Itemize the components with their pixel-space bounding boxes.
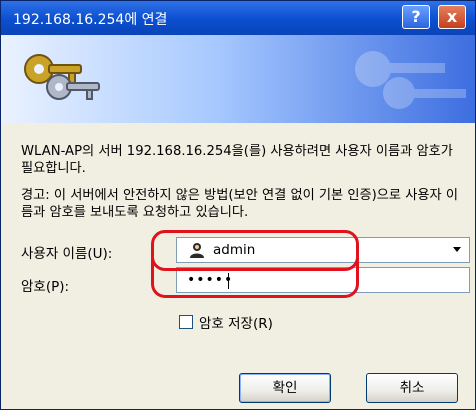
warning-message: 경고: 이 서버에서 안전하지 않은 방법(보안 연결 없이 기본 인증)으로 … — [21, 188, 458, 220]
username-combobox[interactable]: admin — [176, 237, 470, 263]
banner — [1, 35, 475, 123]
title-bar: 192.168.16.254에 연결 ? x — [1, 1, 475, 35]
chevron-down-icon[interactable] — [453, 247, 461, 252]
ok-button[interactable]: 확인 — [239, 373, 331, 403]
remember-password-checkbox[interactable] — [179, 315, 193, 329]
password-field[interactable]: ••••• — [176, 267, 470, 293]
auth-dialog: 192.168.16.254에 연결 ? x WLAN-AP의 서버 192.1… — [0, 0, 476, 410]
username-label: 사용자 이름(U): — [21, 246, 113, 262]
password-label: 암호(P): — [21, 279, 70, 295]
remember-password-label[interactable]: 암호 저장(R) — [199, 312, 273, 332]
window-title: 192.168.16.254에 연결 — [13, 12, 168, 28]
password-value: ••••• — [187, 272, 234, 288]
keys-watermark-icon — [355, 51, 466, 109]
close-button[interactable]: x — [438, 5, 466, 29]
help-button[interactable]: ? — [402, 5, 430, 29]
username-value: admin — [213, 242, 256, 258]
keys-icon — [24, 54, 100, 100]
user-avatar-icon — [190, 243, 204, 258]
cancel-button[interactable]: 취소 — [366, 373, 458, 403]
server-message: WLAN-AP의 서버 192.168.16.254을(를) 사용하려면 사용자… — [21, 144, 453, 176]
text-caret — [228, 273, 229, 289]
